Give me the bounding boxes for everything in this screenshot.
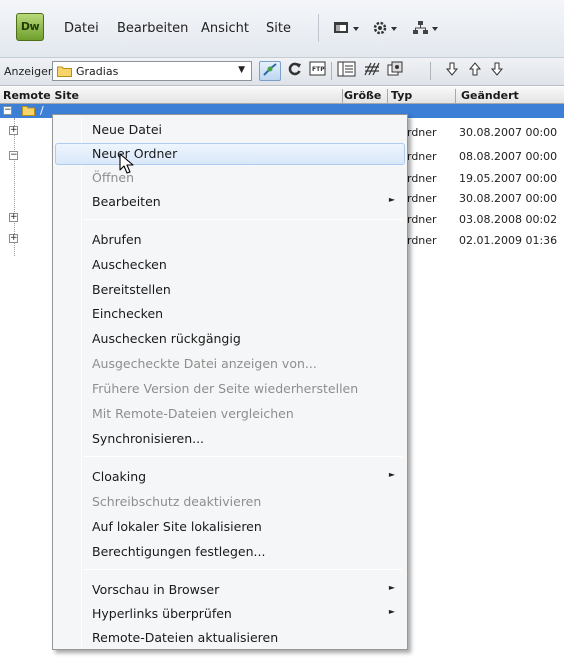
row-type: rdner xyxy=(407,192,437,205)
checkout-icon[interactable] xyxy=(486,61,508,81)
row-date: 30.08.2007 00:00 xyxy=(459,192,558,205)
menu-site[interactable]: Site xyxy=(266,21,291,36)
menu-item-remote-aktualisieren[interactable]: Remote-Dateien aktualisieren xyxy=(55,627,405,649)
submenu-arrow-icon: ► xyxy=(388,195,395,204)
menu-item-cloaking[interactable]: Cloaking ► xyxy=(55,466,405,488)
column-header: Remote Site Größe Typ Geändert xyxy=(0,87,564,105)
expand-icon[interactable]: + xyxy=(9,126,18,135)
ftp-log-icon[interactable]: FTP xyxy=(307,61,329,81)
column-type[interactable]: Typ xyxy=(391,89,412,102)
mouse-cursor-icon xyxy=(119,153,134,174)
root-label: / xyxy=(40,104,44,117)
repository-icon[interactable] xyxy=(384,61,406,81)
column-modified[interactable]: Geändert xyxy=(461,89,519,102)
menu-item-hyperlinks[interactable]: Hyperlinks überprüfen ► xyxy=(55,603,405,625)
site-structure-icon[interactable] xyxy=(412,20,442,40)
refresh-icon[interactable] xyxy=(284,61,306,81)
menu-item-vergleichen[interactable]: Mit Remote-Dateien vergleichen xyxy=(55,403,405,425)
menu-ansicht[interactable]: Ansicht xyxy=(201,21,249,36)
menu-item-neuer-ordner[interactable]: Neuer Ordner xyxy=(55,143,405,165)
collapse-icon[interactable]: − xyxy=(9,151,18,160)
menu-item-abrufen[interactable]: Abrufen xyxy=(55,229,405,251)
row-type: rdner xyxy=(407,213,437,226)
row-date: 03.08.2008 00:02 xyxy=(459,213,558,226)
column-size[interactable]: Größe xyxy=(344,89,381,102)
files-toolbar: Anzeigen: Gradias ▼ FTP xyxy=(0,58,564,86)
row-date: 30.08.2007 00:00 xyxy=(459,126,558,139)
folder-open-icon xyxy=(22,106,35,116)
menubar-divider xyxy=(318,14,319,42)
menu-item-lokalisieren[interactable]: Auf lokaler Site lokalisieren xyxy=(55,516,405,538)
testing-server-icon[interactable] xyxy=(361,61,383,81)
menu-item-synchronisieren[interactable]: Synchronisieren... xyxy=(55,428,405,450)
menu-bar: Dw Datei Bearbeiten Ansicht Site xyxy=(0,0,564,58)
menu-bearbeiten[interactable]: Bearbeiten xyxy=(117,21,188,36)
site-select-value: Gradias xyxy=(76,65,119,78)
row-date: 08.08.2007 00:00 xyxy=(459,150,558,163)
dreamweaver-logo: Dw xyxy=(16,13,44,41)
layout-icon[interactable] xyxy=(333,20,363,40)
column-remote-site[interactable]: Remote Site xyxy=(3,89,79,102)
expand-icon[interactable]: + xyxy=(9,234,18,243)
submenu-arrow-icon: ► xyxy=(388,607,395,616)
row-type: rdner xyxy=(407,172,437,185)
menu-datei[interactable]: Datei xyxy=(64,21,99,36)
menu-item-ausgecheckte-datei[interactable]: Ausgecheckte Datei anzeigen von... xyxy=(55,353,405,375)
menu-item-vorschau[interactable]: Vorschau in Browser ► xyxy=(55,579,405,601)
gear-icon[interactable] xyxy=(372,20,402,40)
submenu-arrow-icon: ► xyxy=(388,583,395,592)
menu-item-oeffnen[interactable]: Öffnen xyxy=(55,167,405,189)
expand-icon[interactable]: + xyxy=(9,213,18,222)
site-files-view-icon[interactable] xyxy=(336,61,358,81)
menu-item-neue-datei[interactable]: Neue Datei xyxy=(55,119,405,141)
menu-item-auschecken-rueckgaengig[interactable]: Auschecken rückgängig xyxy=(55,328,405,350)
menu-item-fruehere-version[interactable]: Frühere Version der Seite wiederherstell… xyxy=(55,378,405,400)
menu-item-schreibschutz[interactable]: Schreibschutz deaktivieren xyxy=(55,491,405,513)
svg-text:FTP: FTP xyxy=(312,66,325,73)
row-date: 19.05.2007 00:00 xyxy=(459,172,558,185)
menu-item-auschecken[interactable]: Auschecken xyxy=(55,254,405,276)
site-select[interactable]: Gradias ▼ xyxy=(52,61,252,81)
row-type: rdner xyxy=(407,234,437,247)
row-type: rdner xyxy=(407,126,437,139)
collapse-icon[interactable]: − xyxy=(3,106,12,115)
connect-icon[interactable] xyxy=(259,61,281,81)
put-icon[interactable] xyxy=(464,61,486,81)
menu-item-bereitstellen[interactable]: Bereitstellen xyxy=(55,279,405,301)
submenu-arrow-icon: ► xyxy=(388,470,395,479)
anzeigen-label: Anzeigen: xyxy=(4,65,59,78)
context-menu: Neue Datei Neuer Ordner Öffnen Bearbeite… xyxy=(52,114,408,650)
menu-item-bearbeiten[interactable]: Bearbeiten ► xyxy=(55,191,405,213)
menu-item-einchecken[interactable]: Einchecken xyxy=(55,303,405,325)
folder-icon xyxy=(57,66,72,77)
chevron-down-icon: ▼ xyxy=(238,65,245,75)
row-type: rdner xyxy=(407,150,437,163)
get-icon[interactable] xyxy=(441,61,463,81)
row-date: 02.01.2009 01:36 xyxy=(459,234,558,247)
menu-item-berechtigungen[interactable]: Berechtigungen festlegen... xyxy=(55,541,405,563)
